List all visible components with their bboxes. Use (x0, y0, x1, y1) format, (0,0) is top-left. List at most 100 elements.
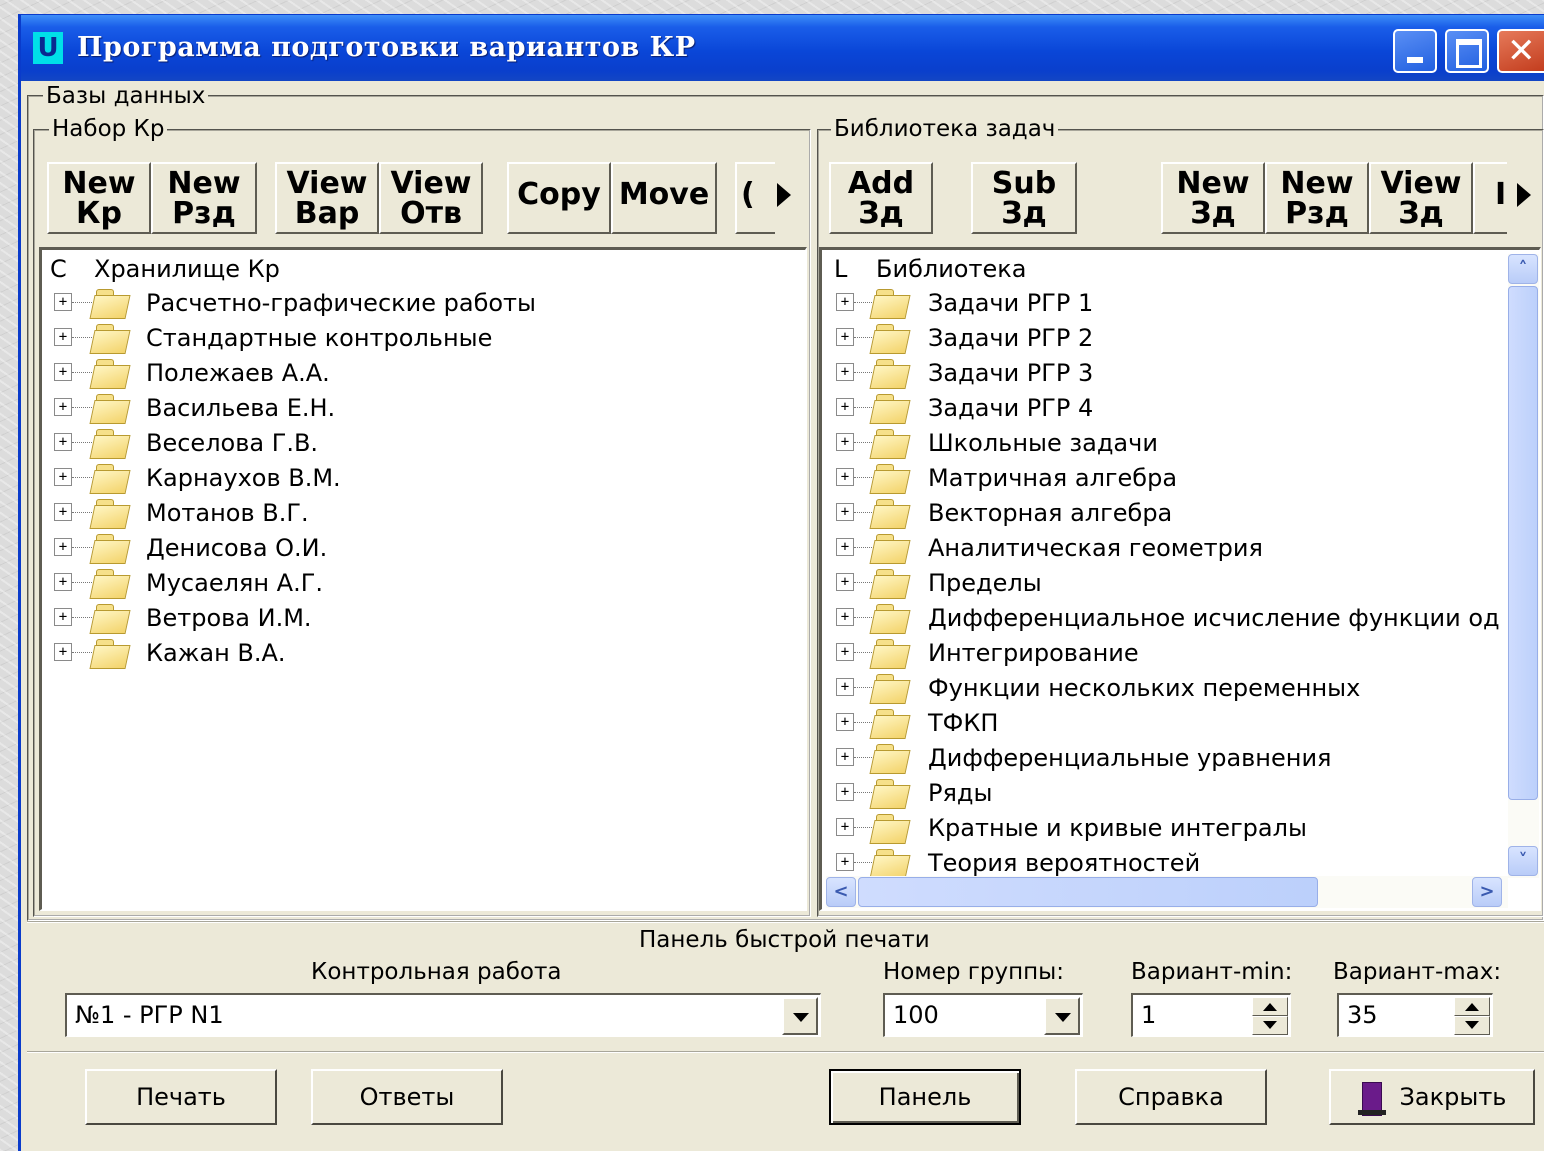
horizontal-scrollbar[interactable]: < > (826, 876, 1508, 908)
tree-row[interactable]: + Аналитическая геометрия (822, 531, 1539, 565)
tree-row[interactable]: + Кратные и кривые интегралы (822, 811, 1539, 845)
more-tools-button-right[interactable]: I (1473, 162, 1507, 234)
move-button[interactable]: Move (611, 162, 717, 234)
new-kr-button[interactable]: New Кр (47, 162, 151, 234)
toolbar-scroll-right-icon-right[interactable] (1517, 183, 1531, 207)
group-number-select[interactable]: 100 (883, 993, 1083, 1037)
control-work-dropdown-icon[interactable] (782, 997, 818, 1035)
expand-icon[interactable]: + (54, 503, 72, 521)
vertical-scrollbar[interactable]: ˄ ˅ (1508, 254, 1539, 878)
more-tools-button-left[interactable]: ( (735, 162, 775, 234)
variant-max-spinner[interactable]: 35 (1337, 993, 1493, 1037)
variant-max-down-icon[interactable] (1454, 1016, 1490, 1035)
expand-icon[interactable]: + (836, 468, 854, 486)
tree-row[interactable]: + Ветрова И.М. (42, 601, 805, 635)
tree-row[interactable]: + Мотанов В.Г. (42, 496, 805, 530)
control-work-select[interactable]: №1 - РГР N1 (65, 993, 821, 1037)
kr-tree-root[interactable]: Хранилище Кр (94, 252, 280, 286)
expand-icon[interactable]: + (836, 853, 854, 871)
answers-button[interactable]: Ответы (311, 1069, 503, 1125)
expand-icon[interactable]: + (836, 818, 854, 836)
variant-max-up-icon[interactable] (1454, 997, 1490, 1016)
tree-row[interactable]: + Карнаухов В.М. (42, 461, 805, 495)
tree-row[interactable]: + Денисова О.И. (42, 531, 805, 565)
expand-icon[interactable]: + (836, 293, 854, 311)
panel-button[interactable]: Панель (829, 1069, 1021, 1125)
expand-icon[interactable]: + (54, 573, 72, 591)
scroll-down-icon[interactable]: ˅ (1508, 846, 1538, 876)
expand-icon[interactable]: + (54, 328, 72, 346)
print-button[interactable]: Печать (85, 1069, 277, 1125)
tree-row[interactable]: + Кажан В.А. (42, 636, 805, 670)
title-bar[interactable]: U Программа подготовки вариантов КР ✕ (21, 15, 1544, 81)
tree-row[interactable]: + Дифференциальные уравнения (822, 741, 1539, 775)
expand-icon[interactable]: + (54, 643, 72, 661)
horizontal-scroll-thumb[interactable] (858, 877, 1318, 907)
toolbar-scroll-right-icon-left[interactable] (777, 183, 791, 207)
tree-row[interactable]: + Васильева Е.Н. (42, 391, 805, 425)
new-task-section-button[interactable]: New Рзд (1265, 162, 1369, 234)
variant-min-down-icon[interactable] (1252, 1016, 1288, 1035)
expand-icon[interactable]: + (836, 748, 854, 766)
tree-row[interactable]: + Школьные задачи (822, 426, 1539, 460)
tree-row[interactable]: + Мусаелян А.Г. (42, 566, 805, 600)
tree-row[interactable]: + Задачи РГР 2 (822, 321, 1539, 355)
expand-icon[interactable]: + (54, 293, 72, 311)
tree-row[interactable]: + Полежаев А.А. (42, 356, 805, 390)
task-tree-root[interactable]: Библиотека (876, 252, 1026, 286)
tree-row[interactable]: + Векторная алгебра (822, 496, 1539, 530)
copy-button[interactable]: Copy (507, 162, 611, 234)
tree-row[interactable]: + Функции нескольких переменных (822, 671, 1539, 705)
scroll-right-icon[interactable]: > (1472, 877, 1502, 907)
sub-task-button[interactable]: Sub Зд (971, 162, 1077, 234)
new-section-button[interactable]: New Рзд (151, 162, 257, 234)
tree-row[interactable]: + Дифференциальное исчисление функции од (822, 601, 1539, 635)
tree-row[interactable]: + ТФКП (822, 706, 1539, 740)
tree-row[interactable]: + Веселова Г.В. (42, 426, 805, 460)
expand-icon[interactable]: + (836, 503, 854, 521)
variant-min-spinner[interactable]: 1 (1131, 993, 1291, 1037)
tree-row[interactable]: + Расчетно-графические работы (42, 286, 805, 320)
maximize-button[interactable] (1445, 29, 1489, 73)
expand-icon[interactable]: + (836, 363, 854, 381)
expand-icon[interactable]: + (54, 468, 72, 486)
expand-icon[interactable]: + (836, 433, 854, 451)
view-answers-button[interactable]: View Отв (379, 162, 483, 234)
vertical-scroll-thumb[interactable] (1508, 286, 1538, 800)
tree-row[interactable]: + Пределы (822, 566, 1539, 600)
view-task-button[interactable]: View Зд (1369, 162, 1473, 234)
expand-icon[interactable]: + (836, 608, 854, 626)
new-task-button[interactable]: New Зд (1161, 162, 1265, 234)
tree-row[interactable]: + Стандартные контрольные (42, 321, 805, 355)
expand-icon[interactable]: + (836, 538, 854, 556)
kr-tree[interactable]: С Хранилище Кр + Расчетно-графические раб… (39, 247, 807, 911)
tree-row[interactable]: + Задачи РГР 3 (822, 356, 1539, 390)
expand-icon[interactable]: + (836, 678, 854, 696)
expand-icon[interactable]: + (836, 783, 854, 801)
help-button[interactable]: Справка (1075, 1069, 1267, 1125)
group-number-dropdown-icon[interactable] (1044, 997, 1080, 1035)
expand-icon[interactable]: + (54, 433, 72, 451)
minimize-button[interactable] (1393, 29, 1437, 73)
expand-icon[interactable]: + (54, 608, 72, 626)
task-library-tree[interactable]: L Библиотека + Задачи РГР 1 + Задачи РГР 2… (819, 247, 1541, 911)
expand-icon[interactable]: + (836, 713, 854, 731)
variant-min-up-icon[interactable] (1252, 997, 1288, 1016)
tree-row[interactable]: + Задачи РГР 4 (822, 391, 1539, 425)
expand-icon[interactable]: + (54, 538, 72, 556)
tree-row[interactable]: + Ряды (822, 776, 1539, 810)
expand-icon[interactable]: + (836, 643, 854, 661)
add-task-button[interactable]: Add Зд (829, 162, 933, 234)
view-variant-button[interactable]: View Вар (275, 162, 379, 234)
tree-row[interactable]: + Матричная алгебра (822, 461, 1539, 495)
scroll-up-icon[interactable]: ˄ (1508, 254, 1538, 284)
tree-row[interactable]: + Теория вероятностей (822, 846, 1539, 880)
expand-icon[interactable]: + (54, 398, 72, 416)
scroll-left-icon[interactable]: < (826, 877, 856, 907)
close-window-button[interactable]: ✕ (1497, 29, 1544, 73)
expand-icon[interactable]: + (836, 573, 854, 591)
expand-icon[interactable]: + (836, 398, 854, 416)
tree-row[interactable]: + Задачи РГР 1 (822, 286, 1539, 320)
expand-icon[interactable]: + (54, 363, 72, 381)
tree-row[interactable]: + Интегрирование (822, 636, 1539, 670)
